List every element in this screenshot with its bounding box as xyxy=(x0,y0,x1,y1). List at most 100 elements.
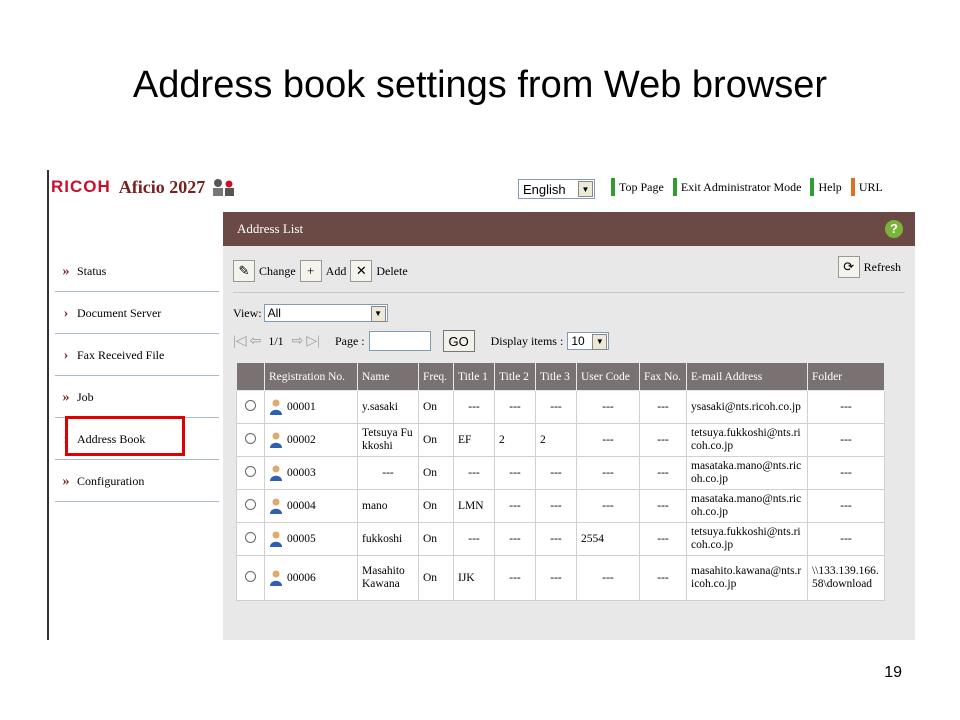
row-select[interactable] xyxy=(236,390,265,424)
row-select[interactable] xyxy=(236,423,265,457)
folder-cell: --- xyxy=(807,390,885,424)
url-link[interactable]: URL xyxy=(850,178,883,196)
registration-no: 00003 xyxy=(287,466,316,479)
last-page-icon[interactable]: ▷| xyxy=(306,333,320,350)
select-column-header xyxy=(236,362,265,391)
row-select[interactable] xyxy=(236,489,265,523)
display-items-value: 10 xyxy=(571,334,585,348)
row-select[interactable] xyxy=(236,456,265,490)
exit-admin-link[interactable]: Exit Administrator Mode xyxy=(672,178,801,196)
language-select[interactable]: English ▼ xyxy=(518,179,595,199)
row-select[interactable] xyxy=(236,555,265,601)
registration-no: 00002 xyxy=(287,433,316,446)
refresh-label: Refresh xyxy=(863,259,901,274)
page-label: Page : xyxy=(334,333,365,348)
first-page-icon[interactable]: |◁ xyxy=(233,333,247,350)
column-header[interactable]: Folder xyxy=(807,362,885,391)
administrator-icon xyxy=(213,179,235,196)
email-cell: masataka.mano@nts.ricoh.co.jp xyxy=(686,456,808,490)
folder-cell: --- xyxy=(807,489,885,523)
sidebar: » Status › Document Server › Fax Receive… xyxy=(49,212,221,640)
prev-page-icon[interactable]: ⇦ xyxy=(250,333,262,350)
sidebar-item-fax-received-file[interactable]: › Fax Received File xyxy=(55,336,219,376)
freq-cell: On xyxy=(418,456,454,490)
title1-cell: IJK xyxy=(453,555,495,601)
radio-button[interactable] xyxy=(245,399,256,411)
content-header: Address List ? xyxy=(223,212,915,246)
table-row[interactable]: 00001 y.sasaki On --- --- --- --- --- ys… xyxy=(236,390,885,424)
radio-button[interactable] xyxy=(245,465,256,477)
table-header-row: Registration No. Name Freq. Title 1 Titl… xyxy=(236,362,885,391)
radio-button[interactable] xyxy=(245,531,256,543)
column-header[interactable]: Title 3 xyxy=(535,362,577,391)
radio-button[interactable] xyxy=(245,432,256,444)
top-page-link[interactable]: Top Page xyxy=(611,178,664,196)
folder-cell: \\133.139.166.58\download xyxy=(807,555,885,601)
user-icon xyxy=(270,465,282,481)
add-label: Add xyxy=(325,263,347,278)
table-row[interactable]: 00006 Masahito Kawana On IJK --- --- ---… xyxy=(236,555,885,601)
freq-cell: On xyxy=(418,489,454,523)
chevron-down-icon[interactable]: ▼ xyxy=(578,181,593,197)
top-links: Top Page Exit Administrator Mode Help UR… xyxy=(611,178,892,196)
column-header[interactable]: User Code xyxy=(576,362,640,391)
link-bar-icon xyxy=(611,178,615,196)
table-row[interactable]: 00002 Tetsuya Fukkoshi On EF 2 2 --- ---… xyxy=(236,423,885,457)
delete-label: Delete xyxy=(376,263,408,278)
sidebar-item-label: Document Server xyxy=(77,306,162,320)
title2-cell: --- xyxy=(494,456,536,490)
next-page-icon[interactable]: ⇨ xyxy=(292,333,304,350)
user-icon xyxy=(270,399,282,415)
title2-cell: --- xyxy=(494,390,536,424)
delete-button[interactable]: ✕ Delete xyxy=(350,260,408,282)
table-row[interactable]: 00005 fukkoshi On --- --- --- 2554 --- t… xyxy=(236,522,885,556)
title2-cell: --- xyxy=(494,522,536,556)
page-input[interactable] xyxy=(368,331,431,351)
registration-cell: 00006 xyxy=(264,555,358,601)
column-header[interactable]: Freq. xyxy=(418,362,454,391)
change-button[interactable]: ✎ Change xyxy=(233,260,296,282)
help-link[interactable]: Help xyxy=(810,178,842,196)
name-cell: --- xyxy=(357,456,419,490)
sidebar-item-status[interactable]: » Status xyxy=(55,252,219,292)
freq-cell: On xyxy=(418,555,454,601)
help-icon[interactable]: ? xyxy=(885,220,903,238)
row-select[interactable] xyxy=(236,522,265,556)
product-name: Aficio 2027 xyxy=(118,176,206,197)
radio-button[interactable] xyxy=(245,570,256,582)
column-header[interactable]: E-mail Address xyxy=(686,362,808,391)
chevron-down-icon[interactable]: ▼ xyxy=(370,306,386,322)
help-label: Help xyxy=(818,179,842,194)
refresh-button[interactable]: ⟳ Refresh xyxy=(837,256,901,278)
display-items-label: Display items : xyxy=(490,333,564,348)
title3-cell: --- xyxy=(535,522,577,556)
add-button[interactable]: + Add xyxy=(299,260,347,282)
table-row[interactable]: 00004 mano On LMN --- --- --- --- masata… xyxy=(236,489,885,523)
column-header[interactable]: Fax No. xyxy=(639,362,687,391)
email-cell: tetsuya.fukkoshi@nts.ricoh.co.jp xyxy=(686,423,808,457)
pager-row: |◁ ⇦ 1/1 ⇨ ▷| Page : GO Display items : … xyxy=(233,328,610,354)
address-book-highlight xyxy=(65,416,185,456)
sidebar-item-job[interactable]: » Job xyxy=(55,378,219,418)
column-header[interactable]: Title 1 xyxy=(453,362,495,391)
table-row[interactable]: 00003 --- On --- --- --- --- --- masatak… xyxy=(236,456,885,490)
sidebar-item-configuration[interactable]: » Configuration xyxy=(55,462,219,502)
view-select[interactable]: All ▼ xyxy=(263,304,388,322)
title3-cell: --- xyxy=(535,390,577,424)
registration-no: 00006 xyxy=(287,571,316,584)
folder-cell: --- xyxy=(807,522,885,556)
chevron-down-icon[interactable]: ▼ xyxy=(592,334,608,350)
divider xyxy=(233,292,905,293)
page-number: 19 xyxy=(884,664,902,681)
display-items-select[interactable]: 10 ▼ xyxy=(567,332,610,350)
go-button[interactable]: GO xyxy=(442,330,475,352)
column-header[interactable]: Name xyxy=(357,362,419,391)
radio-button[interactable] xyxy=(245,498,256,510)
user-code-cell: --- xyxy=(576,390,640,424)
sidebar-item-document-server[interactable]: › Document Server xyxy=(55,294,219,334)
name-cell: y.sasaki xyxy=(357,390,419,424)
link-bar-icon xyxy=(850,178,855,196)
user-code-cell: --- xyxy=(576,423,640,457)
column-header[interactable]: Title 2 xyxy=(494,362,536,391)
column-header[interactable]: Registration No. xyxy=(264,362,358,391)
